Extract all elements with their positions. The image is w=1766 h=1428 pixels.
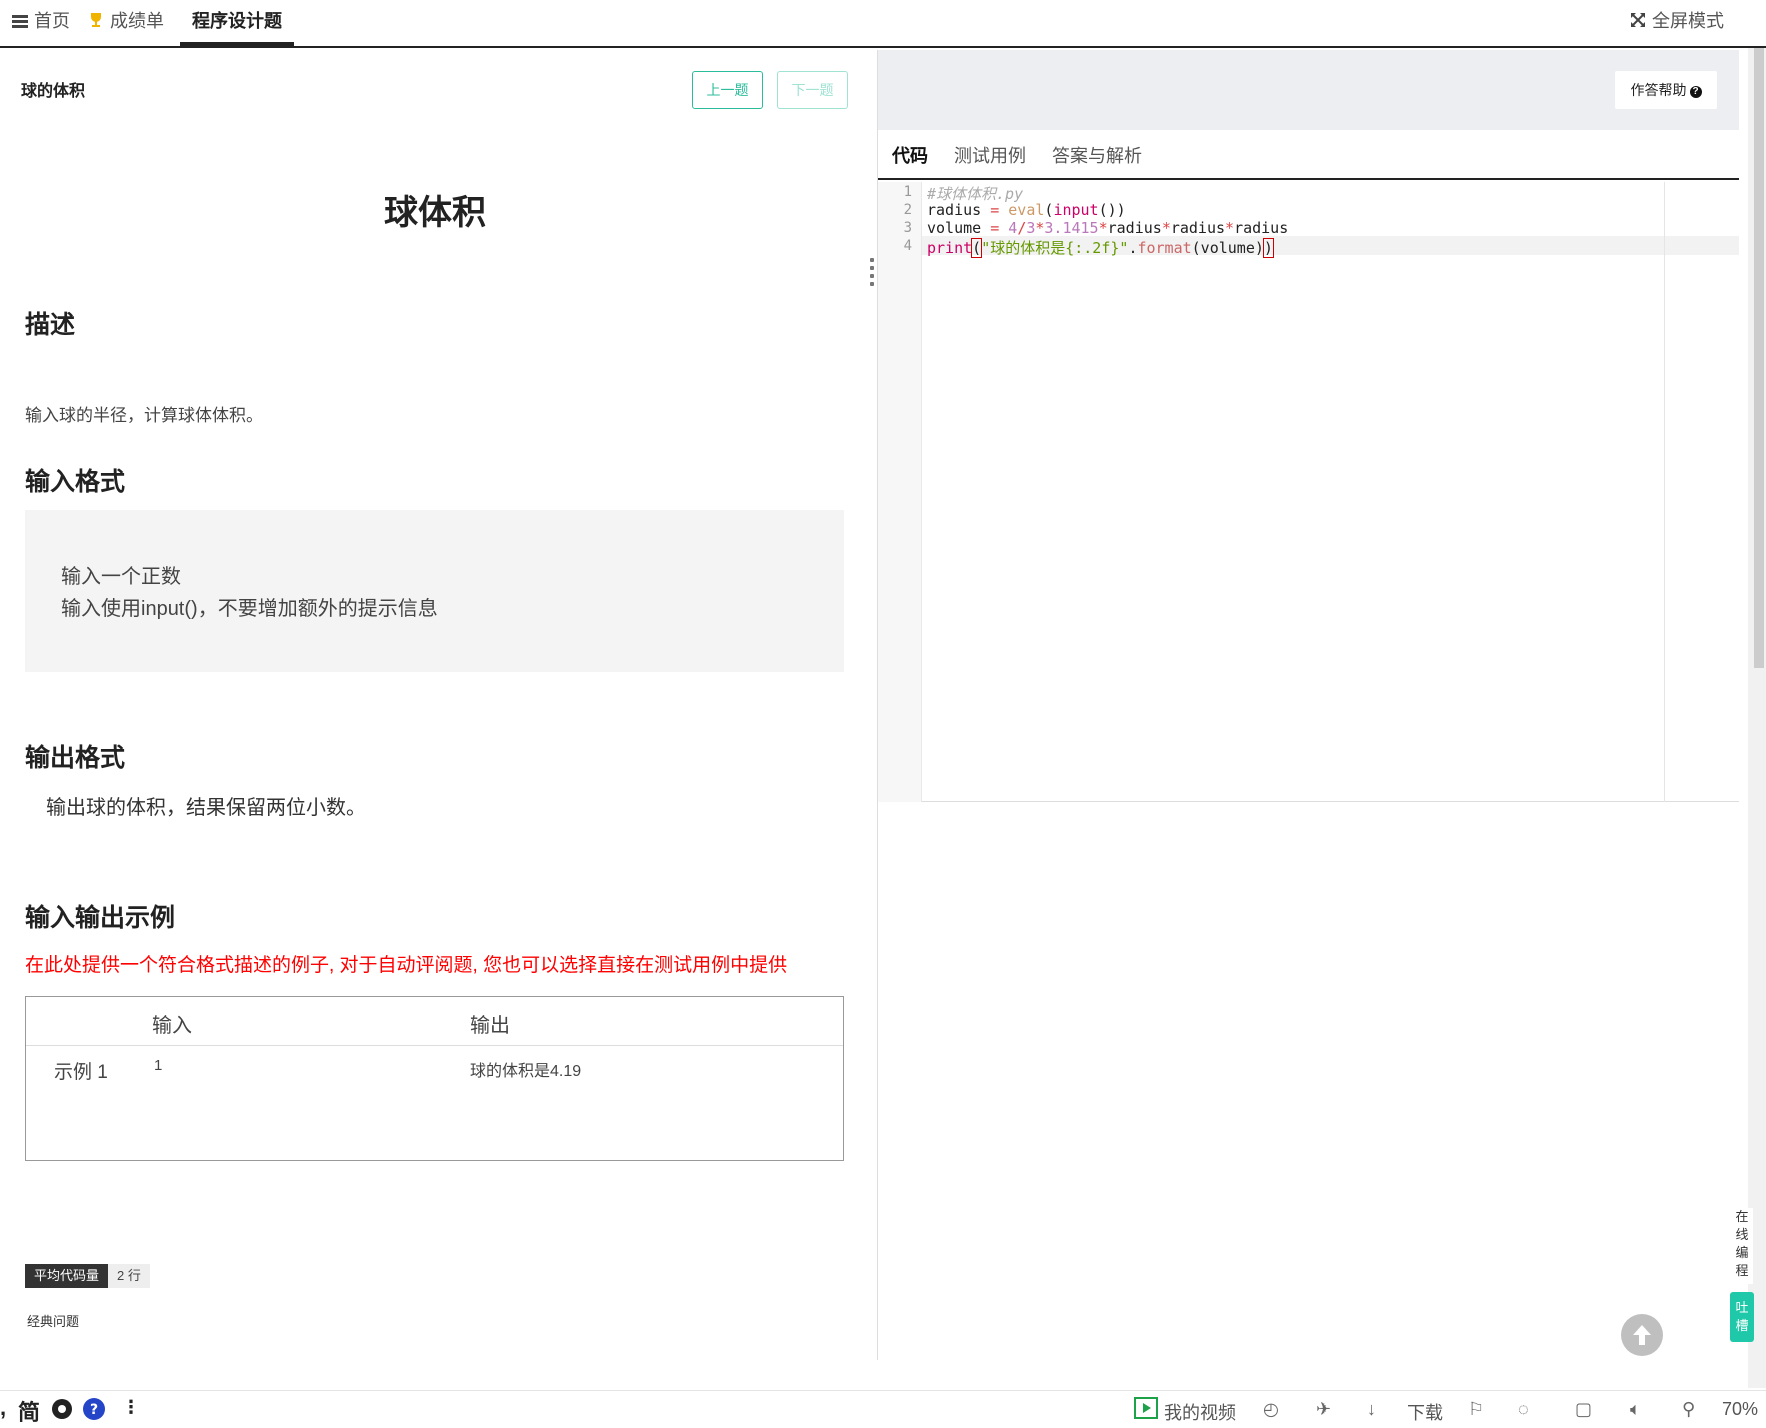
example-table: 输入 输出 示例 1 1 球的体积是4.19 <box>25 996 844 1161</box>
example-note: 在此处提供一个符合格式描述的例子, 对于自动评阅题, 您也可以选择直接在测试用例… <box>25 955 788 976</box>
window-icon[interactable]: ▢ <box>1575 1399 1592 1420</box>
line-number: 4 <box>903 238 912 254</box>
line-number-gutter <box>878 182 922 802</box>
table-header-input: 输入 <box>152 1015 192 1037</box>
online-edit-link[interactable]: 在线编程 <box>1731 1208 1753 1284</box>
answer-help-label: 作答帮助 <box>1630 82 1687 98</box>
code-line-4: print("球的体积是{:.2f}".format(volume)) <box>927 238 1274 258</box>
example-heading: 输入输出示例 <box>25 904 176 932</box>
back-to-top-button[interactable] <box>1621 1314 1663 1356</box>
avg-code-value: 2 行 <box>108 1264 150 1288</box>
help-circle-icon[interactable]: ? <box>82 1397 106 1426</box>
flag-icon[interactable]: ⚐ <box>1468 1399 1484 1420</box>
line-number: 3 <box>903 220 912 236</box>
download-arrow-icon[interactable]: ↓ <box>1367 1399 1376 1420</box>
answer-help-button[interactable]: 作答帮助? <box>1615 71 1717 109</box>
zoom-search-icon[interactable]: ⚲ <box>1682 1399 1695 1420</box>
expand-icon <box>1630 1 1646 43</box>
settings-gear-icon[interactable] <box>50 1397 74 1426</box>
feedback-label: 吐槽 <box>1735 1300 1749 1333</box>
input-format-heading: 输入格式 <box>25 468 126 496</box>
pane-splitter-handle[interactable] <box>870 258 874 292</box>
avg-code-label: 平均代码量 <box>25 1264 109 1288</box>
download-link[interactable]: 下载 <box>1407 1399 1443 1425</box>
tab-answers[interactable]: 答案与解析 <box>1052 142 1142 168</box>
nav-home[interactable]: 首页 <box>12 0 70 46</box>
tag-classic[interactable]: 经典问题 <box>27 1311 79 1330</box>
table-header-output: 输出 <box>470 1015 510 1037</box>
nav-programming[interactable]: 程序设计题 <box>180 0 294 46</box>
editor-tabs: 代码 测试用例 答案与解析 <box>878 130 1739 180</box>
online-edit-label: 在线编程 <box>1735 1209 1749 1278</box>
output-format-text: 输出球的体积，结果保留两位小数。 <box>46 797 366 819</box>
editor-toolbar: 作答帮助? <box>878 50 1739 130</box>
nav-grades-label: 成绩单 <box>110 11 164 31</box>
description-text: 输入球的半径，计算球体体积。 <box>25 406 263 425</box>
trophy-icon <box>88 1 104 43</box>
more-vertical-icon[interactable]: ⋮ <box>122 1397 140 1418</box>
arrow-up-icon <box>1633 1325 1651 1345</box>
fullscreen-button[interactable]: 全屏模式 <box>1630 0 1724 46</box>
table-row-label: 示例 1 <box>54 1062 108 1083</box>
input-format-line-1: 输入一个正数 <box>61 566 181 588</box>
code-line-3: volume = 4/3*3.1415*radius*radius*radius <box>927 219 1289 237</box>
nav-grades[interactable]: 成绩单 <box>88 0 164 46</box>
scrollbar-thumb[interactable] <box>1754 48 1764 668</box>
browser-icon[interactable]: ◌ <box>1518 1399 1529 1420</box>
print-margin <box>1664 182 1665 802</box>
tab-code[interactable]: 代码 <box>892 142 928 168</box>
table-divider <box>26 1045 843 1046</box>
speed-icon[interactable]: ◴ <box>1263 1399 1279 1420</box>
line-number: 2 <box>903 202 912 218</box>
ime-simplified[interactable]: 简 <box>18 1395 40 1427</box>
description-heading: 描述 <box>25 311 76 339</box>
page-title: 球体积 <box>384 194 486 232</box>
table-row-output: 球的体积是4.19 <box>470 1063 582 1080</box>
volume-icon[interactable]: 🔈︎ <box>1630 1399 1641 1420</box>
my-video-link[interactable]: 我的视频 <box>1164 1399 1236 1425</box>
input-format-line-2: 输入使用input()，不要增加额外的提示信息 <box>61 598 438 620</box>
editor-pane: 作答帮助? 代码 测试用例 答案与解析 1 2 3 4 #球体体积.py rad… <box>877 50 1739 1360</box>
nav-home-label: 首页 <box>34 11 70 31</box>
fullscreen-label: 全屏模式 <box>1652 11 1724 31</box>
browser-status-bar: , 简 ? ⋮ 我的视频 ◴ ✈ ↓ 下载 ⚐ ◌ ▢ 🔈︎ ⚲ 70% <box>0 1390 1766 1428</box>
svg-text:?: ? <box>90 1402 98 1418</box>
code-line-2: radius = eval(input()) <box>927 201 1126 219</box>
table-row-input: 1 <box>154 1057 163 1074</box>
output-format-heading: 输出格式 <box>25 744 126 772</box>
problem-small-title: 球的体积 <box>21 83 86 100</box>
status-left-mark: , <box>0 1395 7 1420</box>
list-icon <box>12 1 28 43</box>
code-editor[interactable]: 1 2 3 4 #球体体积.py radius = eval(input()) … <box>878 182 1739 802</box>
video-play-icon[interactable] <box>1134 1397 1158 1424</box>
zoom-level[interactable]: 70% <box>1722 1399 1758 1420</box>
input-format-box: 输入一个正数 输入使用input()，不要增加额外的提示信息 <box>25 510 844 672</box>
avg-code-stat: 平均代码量 2 行 <box>25 1264 150 1288</box>
pin-icon[interactable]: ✈ <box>1316 1399 1331 1420</box>
question-icon: ? <box>1689 86 1702 98</box>
next-button[interactable]: 下一题 <box>777 71 848 109</box>
feedback-button[interactable]: 吐槽 <box>1730 1292 1754 1342</box>
top-navigation: 首页 成绩单 程序设计题 全屏模式 <box>0 0 1766 48</box>
nav-programming-label: 程序设计题 <box>192 11 282 31</box>
prev-button[interactable]: 上一题 <box>692 71 763 109</box>
tab-test-cases[interactable]: 测试用例 <box>954 142 1026 168</box>
problem-pane: 球的体积 上一题 下一题 球体积 描述 输入球的半径，计算球体体积。 输入格式 … <box>0 50 875 1385</box>
page-scrollbar[interactable] <box>1748 48 1766 1388</box>
line-number: 1 <box>903 184 912 200</box>
